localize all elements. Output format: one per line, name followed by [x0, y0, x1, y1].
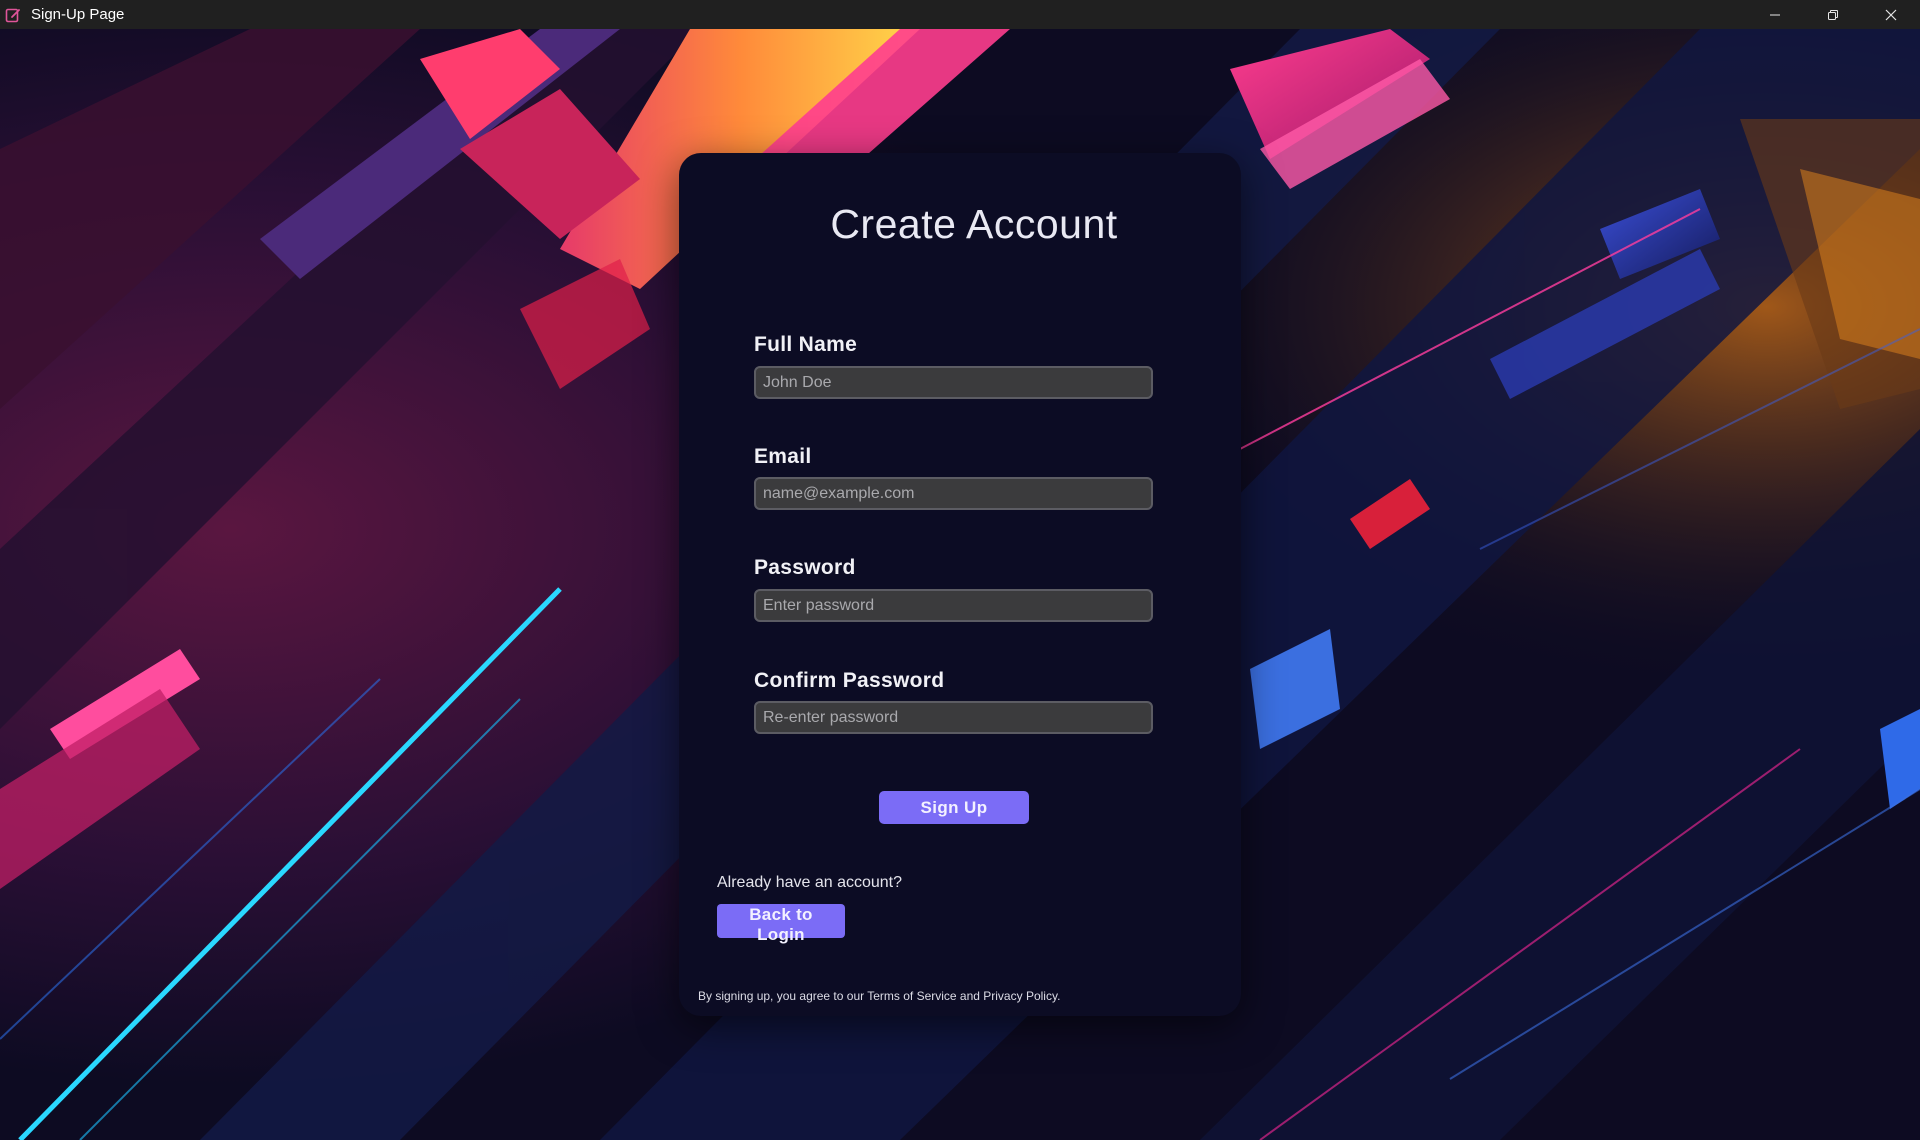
back-to-login-button[interactable]: Back to Login: [717, 904, 845, 944]
signup-card: Create Account Full Name Email Password …: [679, 153, 1241, 1016]
email-input[interactable]: [754, 477, 1153, 510]
full-name-input[interactable]: [754, 366, 1153, 399]
window-title: Sign-Up Page: [31, 6, 125, 23]
sign-up-button[interactable]: Sign Up: [879, 791, 1029, 824]
window-titlebar[interactable]: Sign-Up Page: [0, 0, 1920, 29]
restore-icon[interactable]: [1804, 0, 1862, 29]
page-title: Create Account: [830, 201, 1118, 247]
confirm-password-label: Confirm Password: [754, 669, 945, 692]
close-icon[interactable]: [1862, 0, 1920, 29]
edit-note-icon: [4, 6, 22, 24]
password-input[interactable]: [754, 589, 1153, 622]
login-prompt: Already have an account?: [717, 874, 903, 891]
full-name-label: Full Name: [754, 333, 858, 356]
minimize-icon[interactable]: [1746, 0, 1804, 29]
terms-notice: By signing up, you agree to our Terms of…: [698, 989, 1061, 1003]
email-label: Email: [754, 445, 812, 468]
window-controls: [1746, 0, 1920, 29]
password-label: Password: [754, 556, 856, 579]
confirm-password-input[interactable]: [754, 701, 1153, 734]
